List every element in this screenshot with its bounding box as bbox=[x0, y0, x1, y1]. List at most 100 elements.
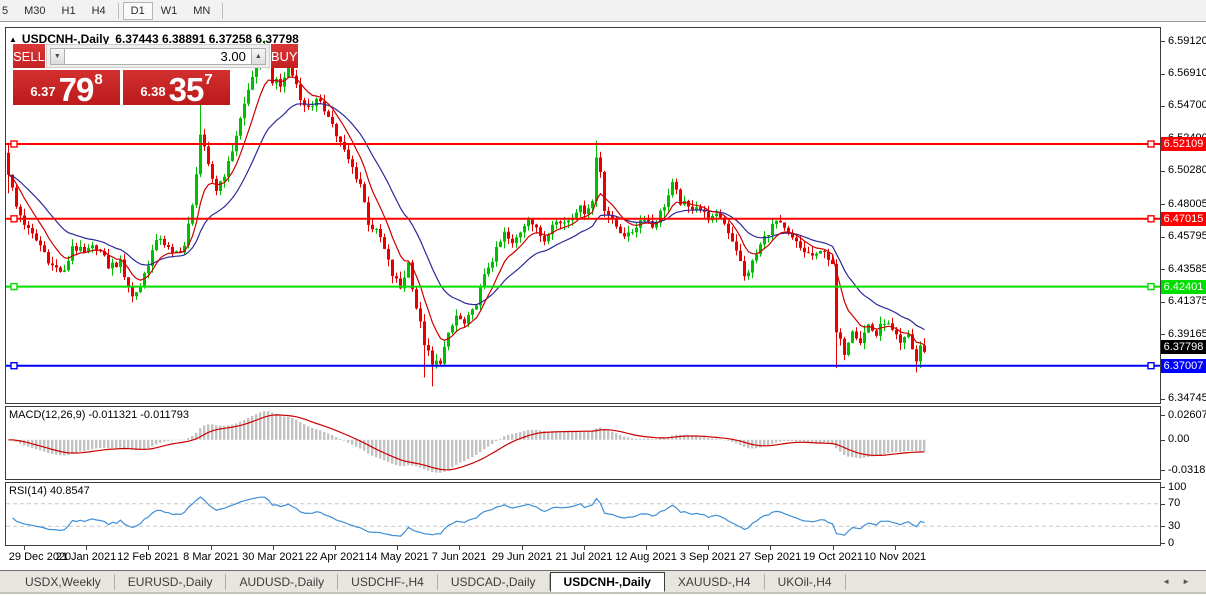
candle-body bbox=[335, 124, 338, 136]
macd-tick-mark bbox=[1161, 415, 1165, 416]
date-tick-mark bbox=[335, 546, 336, 550]
candle-body bbox=[43, 245, 46, 252]
macd-histogram-bar bbox=[355, 440, 357, 447]
sell-price-box[interactable]: 6.37 79 8 bbox=[13, 70, 120, 105]
macd-histogram-bar bbox=[479, 440, 481, 452]
tab-usdchf-h4[interactable]: USDCHF-,H4 bbox=[338, 574, 438, 590]
volume-input[interactable] bbox=[65, 48, 251, 65]
date-axis-label: 10 Nov 2021 bbox=[857, 551, 933, 563]
price-line-chip: 6.52109 bbox=[1161, 137, 1206, 151]
candle-body bbox=[531, 220, 534, 225]
timeframe-button-d1[interactable]: D1 bbox=[123, 2, 153, 20]
chart-tab-bar: USDX,WeeklyEURUSD-,DailyAUDUSD-,DailyUSD… bbox=[0, 570, 1206, 594]
buy-price-box[interactable]: 6.38 35 7 bbox=[123, 70, 230, 105]
tab-usdcad-daily[interactable]: USDCAD-,Daily bbox=[438, 574, 550, 590]
tab-scroll-right-icon[interactable]: ► bbox=[1182, 578, 1190, 586]
date-tick-mark bbox=[522, 546, 523, 550]
timeframe-button-h1[interactable]: H1 bbox=[54, 2, 84, 20]
price-tick-label: 6.50280 bbox=[1168, 164, 1206, 177]
candle-body bbox=[467, 315, 470, 324]
tab-xauusd-h4[interactable]: XAUUSD-,H4 bbox=[665, 574, 765, 590]
macd-histogram-bar bbox=[703, 437, 705, 440]
candle-body bbox=[63, 270, 66, 272]
candle-body bbox=[23, 216, 26, 225]
buy-button[interactable]: BUY bbox=[271, 44, 298, 68]
candle-body bbox=[819, 251, 822, 254]
candle-body bbox=[19, 207, 22, 216]
candle-body bbox=[751, 261, 754, 273]
tab-usdcnh-daily[interactable]: USDCNH-,Daily bbox=[550, 572, 665, 592]
candle-body bbox=[735, 242, 738, 251]
ma-slow-line bbox=[9, 104, 925, 330]
candle-body bbox=[315, 99, 318, 106]
candle-body bbox=[283, 78, 286, 87]
sell-price-big: 79 bbox=[59, 76, 94, 103]
candle-body bbox=[455, 316, 458, 326]
line-handle bbox=[11, 216, 17, 222]
timeframe-button-m30[interactable]: M30 bbox=[16, 2, 53, 20]
macd-histogram-bar bbox=[903, 440, 905, 452]
candle-body bbox=[355, 167, 358, 179]
candle-body bbox=[27, 225, 30, 228]
macd-histogram-bar bbox=[175, 440, 177, 441]
candle-body bbox=[511, 239, 514, 244]
macd-histogram-bar bbox=[367, 440, 369, 454]
candle-body bbox=[671, 182, 674, 195]
candle-body bbox=[783, 223, 786, 228]
timeframe-button-mn[interactable]: MN bbox=[185, 2, 218, 20]
macd-histogram-bar bbox=[863, 440, 865, 458]
tab-ukoil-h4[interactable]: UKOil-,H4 bbox=[765, 574, 846, 590]
price-tick-mark bbox=[1161, 171, 1165, 172]
candle-body bbox=[587, 208, 590, 214]
macd-histogram-bar bbox=[899, 440, 901, 452]
timeframe-button-w1[interactable]: W1 bbox=[153, 2, 186, 20]
candle-body bbox=[239, 118, 242, 136]
tab-scroll-left-icon[interactable]: ◄ bbox=[1162, 578, 1170, 586]
candle-body bbox=[107, 255, 110, 268]
candle-body bbox=[855, 332, 858, 339]
candle-body bbox=[359, 179, 362, 184]
macd-histogram-bar bbox=[147, 440, 149, 448]
date-tick-mark bbox=[833, 546, 834, 550]
sell-button[interactable]: SELL bbox=[13, 44, 45, 68]
macd-histogram-bar bbox=[119, 440, 121, 448]
candle-body bbox=[663, 207, 666, 211]
macd-histogram-bar bbox=[255, 414, 257, 440]
candle-body bbox=[647, 220, 650, 221]
macd-histogram-bar bbox=[83, 440, 85, 451]
candle-body bbox=[243, 104, 246, 119]
date-tick-mark bbox=[148, 546, 149, 550]
candle-body bbox=[539, 227, 542, 236]
candle-body bbox=[71, 246, 74, 261]
volume-decrease-icon[interactable]: ▼ bbox=[50, 48, 65, 65]
macd-histogram-bar bbox=[467, 440, 469, 459]
tab-eurusd-daily[interactable]: EURUSD-,Daily bbox=[115, 574, 227, 590]
candle-body bbox=[879, 324, 882, 336]
rsi-tick-label: 30 bbox=[1168, 520, 1180, 533]
candle-body bbox=[111, 263, 114, 269]
rsi-label: RSI(14) 40.8547 bbox=[9, 485, 90, 497]
macd-histogram-bar bbox=[239, 422, 241, 440]
tab-usdx-weekly[interactable]: USDX,Weekly bbox=[12, 574, 115, 590]
candle-body bbox=[379, 229, 382, 237]
macd-histogram-bar bbox=[571, 431, 573, 440]
macd-histogram-bar bbox=[907, 440, 909, 451]
macd-histogram-bar bbox=[387, 440, 389, 462]
macd-histogram-bar bbox=[335, 437, 337, 440]
price-tick-label: 6.56910 bbox=[1168, 67, 1206, 80]
date-tick-mark bbox=[708, 546, 709, 550]
macd-histogram-bar bbox=[651, 439, 653, 440]
candle-body bbox=[843, 339, 846, 355]
macd-histogram-bar bbox=[307, 426, 309, 440]
timeframe-button-h4[interactable]: H4 bbox=[84, 2, 114, 20]
candle-body bbox=[519, 233, 522, 238]
macd-histogram-bar bbox=[611, 432, 613, 440]
volume-increase-icon[interactable]: ▲ bbox=[251, 48, 266, 65]
tab-audusd-daily[interactable]: AUDUSD-,Daily bbox=[226, 574, 338, 590]
macd-histogram-bar bbox=[59, 440, 61, 456]
candle-body bbox=[463, 319, 466, 324]
candle-body bbox=[415, 289, 418, 308]
macd-histogram-bar bbox=[859, 440, 861, 459]
timeframe-button-5[interactable]: 5 bbox=[0, 2, 16, 20]
candle-body bbox=[347, 150, 350, 160]
